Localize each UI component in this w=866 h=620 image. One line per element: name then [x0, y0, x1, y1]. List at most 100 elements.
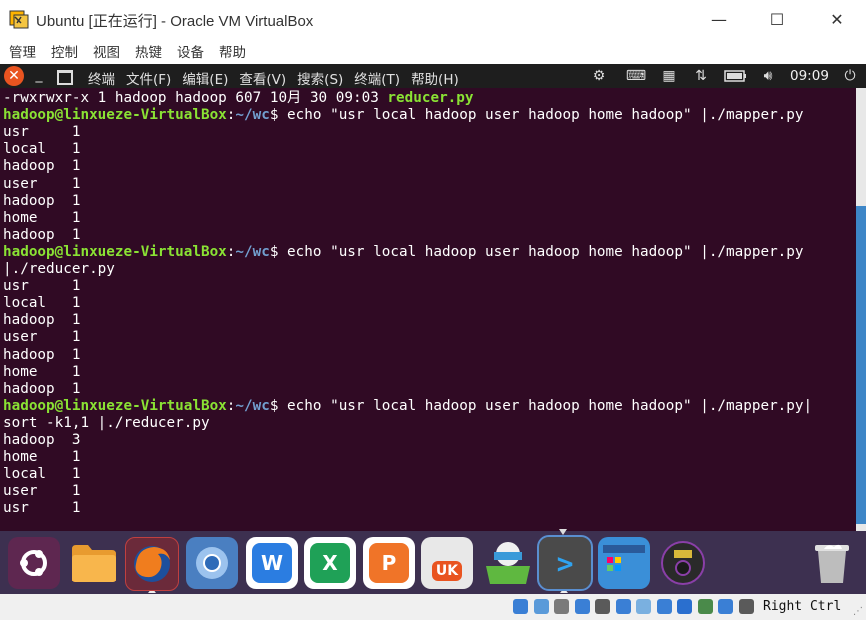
- executable-file-name: reducer.py: [387, 90, 474, 106]
- panel-clock[interactable]: 09:09: [790, 68, 829, 84]
- menu-devices[interactable]: 设备: [177, 41, 204, 61]
- volume-icon[interactable]: 🔊︎: [756, 64, 780, 88]
- menu-manage[interactable]: 管理: [9, 41, 36, 61]
- network-icon[interactable]: [574, 599, 590, 614]
- terminal-prompt-line: hadoop@linxueze-VirtualBox:~/wc$ echo "u…: [3, 107, 804, 124]
- close-button[interactable]: ✕: [808, 0, 866, 38]
- menu-terminal[interactable]: 终端(T): [354, 68, 400, 88]
- prompt-path: ~/wc: [235, 397, 270, 414]
- terminal-output[interactable]: -rwxrwxr-x 1 hadoop hadoop 607 10月 30 09…: [0, 88, 853, 531]
- host-key-label: Right Ctrl: [763, 599, 842, 614]
- wps-presentation-icon[interactable]: P: [363, 537, 415, 589]
- battery-icon[interactable]: [722, 64, 750, 88]
- terminal-menubar: 终端 文件(F) 编辑(E) 查看(V) 搜索(S) 终端(T) 帮助(H): [88, 68, 470, 88]
- optical-drive-icon[interactable]: [533, 599, 549, 614]
- terminal-output-line: hadoop 1: [3, 158, 81, 175]
- menu-control[interactable]: 控制: [51, 41, 78, 61]
- usb-icon[interactable]: [595, 599, 610, 614]
- terminal-output-line: user 1: [3, 329, 81, 346]
- ubuntu-kylin-store-icon[interactable]: UK: [421, 537, 473, 589]
- terminal-output-line: hadoop 1: [3, 312, 81, 329]
- terminal-prompt-line: hadoop@linxueze-VirtualBox:~/wc$ echo "u…: [3, 243, 804, 260]
- terminal-output-line: hadoop 1: [3, 380, 81, 397]
- terminal-output-line: hadoop 1: [3, 226, 81, 243]
- wps-writer-icon[interactable]: W: [246, 537, 298, 589]
- menu-hotkey[interactable]: 热键: [135, 41, 162, 61]
- menu-file[interactable]: 文件(F): [126, 68, 171, 88]
- audio-icon[interactable]: [554, 599, 569, 614]
- ubuntu-dash-icon[interactable]: [8, 537, 60, 589]
- terminal-output-line: user 1: [3, 175, 81, 192]
- workspace-switcher-icon[interactable]: [598, 537, 650, 589]
- chromium-icon[interactable]: [186, 537, 238, 589]
- software-updater-icon[interactable]: [482, 537, 534, 589]
- minimize-button[interactable]: —: [690, 0, 748, 38]
- terminal-output-line: local 1: [3, 466, 81, 483]
- menu-view[interactable]: 查看(V): [239, 68, 286, 88]
- keyboard-capture-icon[interactable]: [718, 599, 733, 614]
- ubuntu-dock: W X P UK >: [0, 529, 866, 594]
- terminal-ls-line: -rwxrwxr-x 1 hadoop hadoop 607 10月 30 09…: [3, 90, 474, 107]
- menu-search[interactable]: 搜索(S): [297, 68, 343, 88]
- wps-spreadsheet-label: X: [310, 543, 350, 583]
- terminal-output-line: hadoop 1: [3, 346, 81, 363]
- virtualbox-logo-icon: [9, 10, 29, 29]
- shared-folders-icon[interactable]: [615, 599, 631, 614]
- display-icon[interactable]: [636, 599, 651, 614]
- terminal-minimize-button[interactable]: _: [31, 68, 47, 84]
- ls-entry-text: -rwxrwxr-x 1 hadoop hadoop 607 10月 30 09…: [3, 90, 388, 106]
- power-icon[interactable]: ⏻: [839, 64, 861, 88]
- network-icon[interactable]: ⇅: [690, 64, 712, 88]
- terminal-output-line: local 1: [3, 141, 81, 158]
- terminal-close-button[interactable]: ✕: [4, 66, 24, 86]
- wps-spreadsheet-icon[interactable]: X: [304, 537, 356, 589]
- maximize-button[interactable]: ☐: [748, 0, 806, 38]
- keyboard-icon[interactable]: ⌨: [625, 64, 647, 88]
- arrow-down-icon[interactable]: [738, 599, 754, 614]
- window-title: Ubuntu [正在运行] - Oracle VM VirtualBox: [36, 13, 314, 30]
- dock-scroll-up-icon: [559, 529, 567, 535]
- trash-icon[interactable]: [806, 537, 858, 589]
- terminal-output-line: usr 1: [3, 278, 81, 295]
- window-title-bar[interactable]: Ubuntu [正在运行] - Oracle VM VirtualBox — ☐…: [0, 0, 866, 38]
- menu-view[interactable]: 视图: [93, 41, 120, 61]
- prompt-user-host: hadoop@linxueze-VirtualBox: [3, 243, 227, 260]
- terminal-prompt-line: hadoop@linxueze-VirtualBox:~/wc$ echo "u…: [3, 397, 813, 414]
- menu-terminal-title: 终端: [88, 72, 115, 88]
- terminal-output-line: hadoop 1: [3, 192, 81, 209]
- input-method-icon[interactable]: ▦: [658, 64, 680, 88]
- vbox-statusbar: Right Ctrl ⋰: [0, 594, 866, 620]
- hard-disk-icon[interactable]: [513, 599, 528, 614]
- prompt-path: ~/wc: [235, 243, 270, 260]
- terminal-icon[interactable]: >: [537, 535, 593, 591]
- command-text: $ echo "usr local hadoop user hadoop hom…: [269, 107, 804, 124]
- menu-help[interactable]: 帮助(H): [411, 68, 459, 88]
- mouse-integration-icon[interactable]: [697, 599, 713, 614]
- cpu-icon[interactable]: [677, 599, 692, 614]
- terminal-output-line: home 1: [3, 363, 81, 380]
- settings-icon[interactable]: ⚙: [588, 64, 610, 88]
- terminal-output-line: user 1: [3, 483, 81, 500]
- video-capture-icon[interactable]: [656, 599, 672, 614]
- firefox-icon[interactable]: [125, 537, 179, 591]
- menu-help[interactable]: 帮助: [219, 41, 246, 61]
- ubuntu-top-panel: ✕ _ 终端 文件(F) 编辑(E) 查看(V) 搜索(S) 终端(T) 帮助(…: [0, 64, 866, 88]
- prompt-path: ~/wc: [235, 107, 270, 124]
- terminal-output-line: |./reducer.py: [3, 261, 115, 277]
- command-text: $ echo "usr local hadoop user hadoop hom…: [269, 243, 804, 260]
- terminal-output-line: sort -k1,1 |./reducer.py: [3, 414, 210, 431]
- terminal-scrollbar[interactable]: [853, 88, 866, 531]
- menu-edit[interactable]: 编辑(E): [182, 68, 228, 88]
- terminal-maximize-button[interactable]: [57, 70, 73, 85]
- vbox-menubar: 管理 控制 视图 热键 设备 帮助: [0, 38, 866, 64]
- dvd-icon[interactable]: [657, 537, 709, 589]
- wps-presentation-label: P: [369, 543, 409, 583]
- terminal-output-line: home 1: [3, 209, 81, 226]
- resize-grip-icon[interactable]: ⋰: [853, 606, 863, 617]
- terminal-output-line: usr 1: [3, 500, 81, 517]
- scrollbar-thumb[interactable]: [856, 206, 866, 524]
- files-icon[interactable]: [68, 537, 120, 589]
- terminal-output-line: hadoop 3: [3, 432, 81, 448]
- prompt-user-host: hadoop@linxueze-VirtualBox: [3, 397, 227, 414]
- prompt-user-host: hadoop@linxueze-VirtualBox: [3, 107, 227, 124]
